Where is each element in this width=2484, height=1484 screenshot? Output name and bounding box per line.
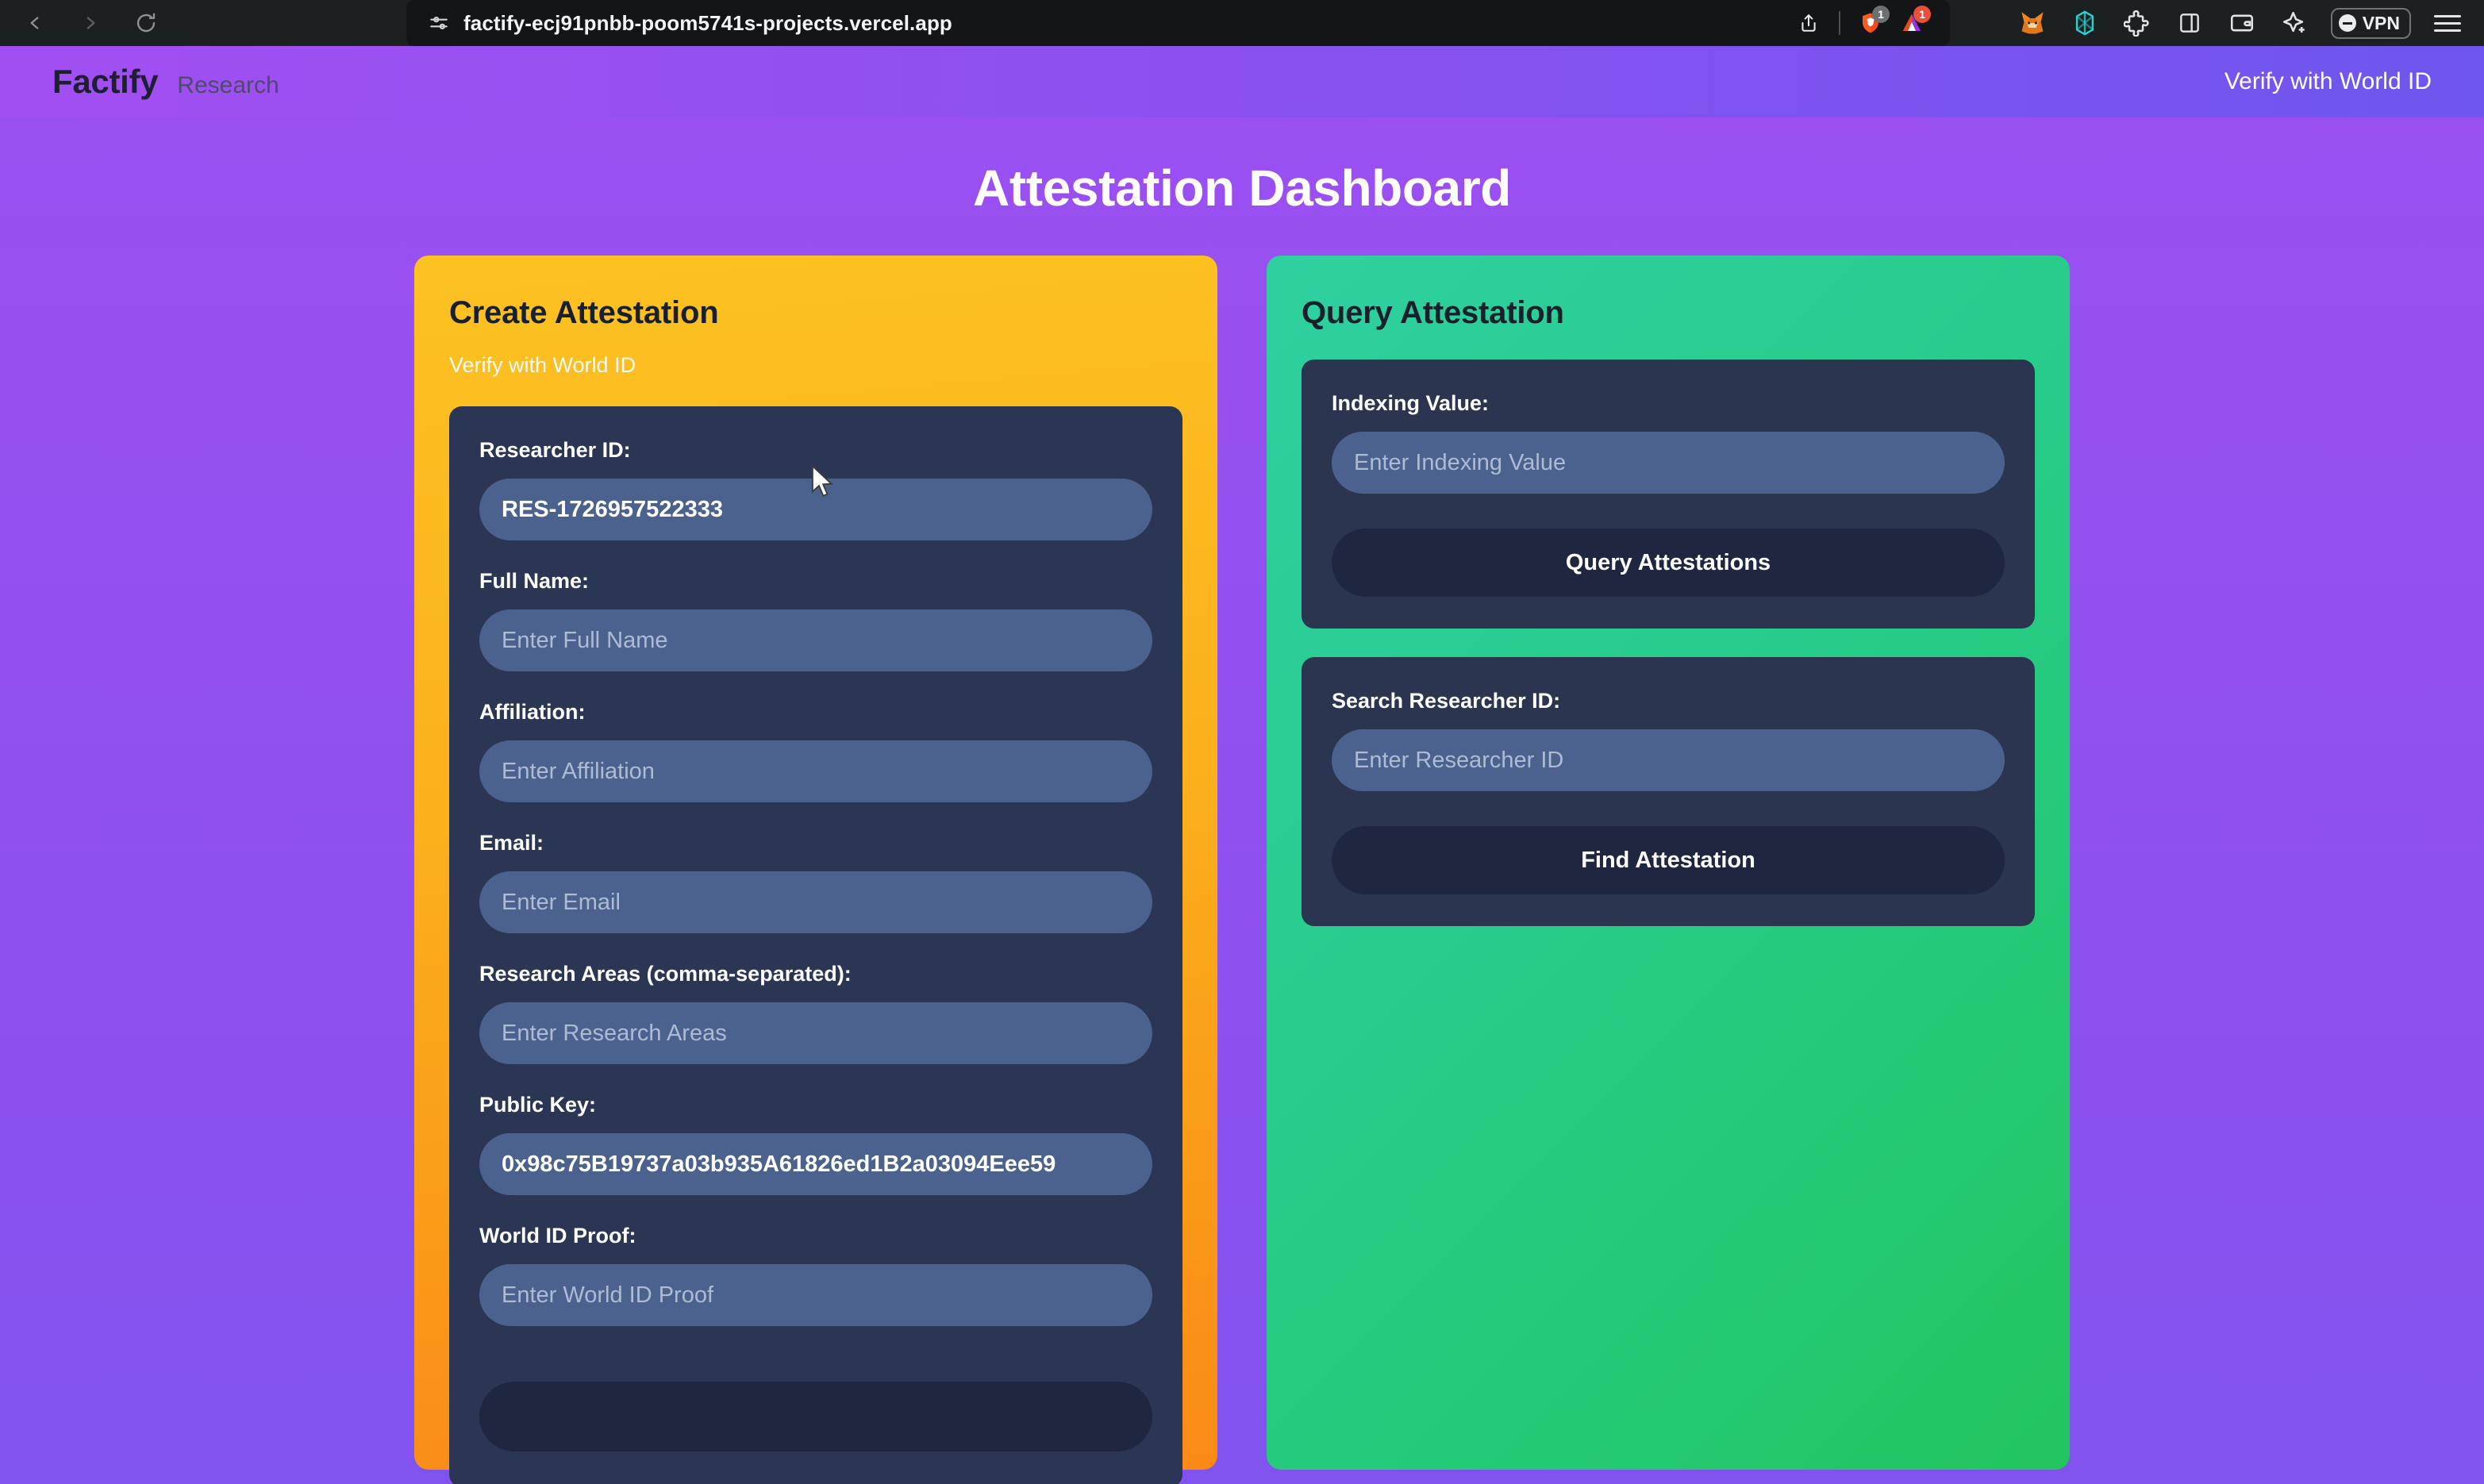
indexing-value-panel: Indexing Value: Query Attestations	[1302, 359, 2035, 629]
address-bar[interactable]: factify-ecj91pnbb-poom5741s-projects.ver…	[406, 0, 1950, 46]
label-indexing-value: Indexing Value:	[1332, 391, 1490, 415]
browser-nav-buttons	[17, 6, 163, 40]
field-world-id-proof: World ID Proof:	[479, 1224, 1152, 1326]
query-attestations-button[interactable]: Query Attestations	[1332, 529, 2005, 597]
url-text: factify-ecj91pnbb-poom5741s-projects.ver…	[463, 10, 952, 35]
site-settings-icon[interactable]	[427, 11, 451, 35]
shield-badge: 1	[1872, 6, 1890, 23]
label-search-researcher-id: Search Researcher ID:	[1332, 689, 1561, 713]
create-card-verify-world-id[interactable]: Verify with World ID	[449, 353, 1182, 378]
brave-shield-icon[interactable]: 1	[1850, 5, 1891, 41]
field-public-key: Public Key:	[479, 1093, 1152, 1195]
query-attestation-card: Query Attestation Indexing Value: Query …	[1267, 256, 2070, 1470]
query-card-title: Query Attestation	[1302, 295, 1564, 330]
forward-icon[interactable]	[73, 6, 108, 40]
find-attestation-button[interactable]: Find Attestation	[1332, 826, 2005, 894]
research-areas-input[interactable]	[479, 1002, 1152, 1064]
brand-subtitle: Research	[177, 72, 279, 98]
browser-extensions: VPN	[2017, 0, 2463, 46]
field-email: Email:	[479, 831, 1152, 933]
field-affiliation: Affiliation:	[479, 700, 1152, 802]
brand[interactable]: Factify Research	[52, 63, 279, 101]
search-researcher-panel: Search Researcher ID: Find Attestation	[1302, 657, 2035, 926]
share-icon[interactable]	[1788, 5, 1829, 41]
brave-rewards-icon[interactable]: 1	[1891, 5, 1932, 41]
researcher-id-input[interactable]	[479, 479, 1152, 540]
vpn-label: VPN	[2362, 12, 2400, 33]
field-search-researcher-id: Search Researcher ID:	[1332, 689, 2005, 791]
back-icon[interactable]	[17, 6, 52, 40]
toolbar-divider	[1839, 11, 1840, 35]
public-key-input[interactable]	[479, 1133, 1152, 1195]
navbar-verify-world-id-link[interactable]: Verify with World ID	[2224, 68, 2432, 95]
brand-name: Factify	[52, 63, 159, 100]
field-research-areas: Research Areas (comma-separated):	[479, 962, 1152, 1064]
label-email: Email:	[479, 831, 544, 855]
create-card-title: Create Attestation	[449, 295, 719, 330]
world-id-proof-input[interactable]	[479, 1264, 1152, 1326]
field-researcher-id: Researcher ID:	[479, 438, 1152, 540]
full-name-input[interactable]	[479, 609, 1152, 671]
browser-toolbar: factify-ecj91pnbb-poom5741s-projects.ver…	[0, 0, 2484, 46]
indexing-value-input[interactable]	[1332, 432, 2005, 494]
label-public-key: Public Key:	[479, 1093, 597, 1117]
cards-row: Create Attestation Verify with World ID …	[0, 256, 2484, 1484]
field-full-name: Full Name:	[479, 569, 1152, 671]
search-researcher-id-input[interactable]	[1332, 729, 2005, 791]
page-title: Attestation Dashboard	[973, 160, 1511, 217]
page-root: Factify Research Verify with World ID At…	[0, 46, 2484, 1484]
label-world-id-proof: World ID Proof:	[479, 1224, 636, 1248]
wallet-icon[interactable]	[2226, 7, 2258, 39]
leo-ai-sparkle-icon[interactable]	[2278, 7, 2310, 39]
create-attestation-form: Researcher ID: Full Name: Affiliation: E…	[449, 406, 1182, 1484]
vpn-shield-icon	[2338, 14, 2356, 32]
label-research-areas: Research Areas (comma-separated):	[479, 962, 852, 986]
sidebar-panel-icon[interactable]	[2174, 7, 2205, 39]
reload-icon[interactable]	[129, 6, 163, 40]
walletconnect-icon[interactable]	[2069, 7, 2101, 39]
create-attestation-card: Create Attestation Verify with World ID …	[414, 256, 1217, 1484]
vpn-button[interactable]: VPN	[2330, 7, 2411, 39]
affiliation-input[interactable]	[479, 740, 1152, 802]
rewards-badge: 1	[1913, 6, 1931, 23]
hamburger-menu-icon[interactable]	[2432, 7, 2463, 39]
label-full-name: Full Name:	[479, 569, 590, 593]
metamask-fox-icon[interactable]	[2017, 7, 2048, 39]
site-navbar: Factify Research Verify with World ID	[0, 46, 2484, 117]
field-indexing-value: Indexing Value:	[1332, 391, 2005, 494]
label-researcher-id: Researcher ID:	[479, 438, 631, 462]
address-bar-actions: 1 1	[1788, 0, 1932, 46]
create-attestation-submit-button[interactable]	[479, 1382, 1152, 1451]
puzzle-piece-icon[interactable]	[2121, 7, 2153, 39]
email-input[interactable]	[479, 871, 1152, 933]
label-affiliation: Affiliation:	[479, 700, 586, 724]
